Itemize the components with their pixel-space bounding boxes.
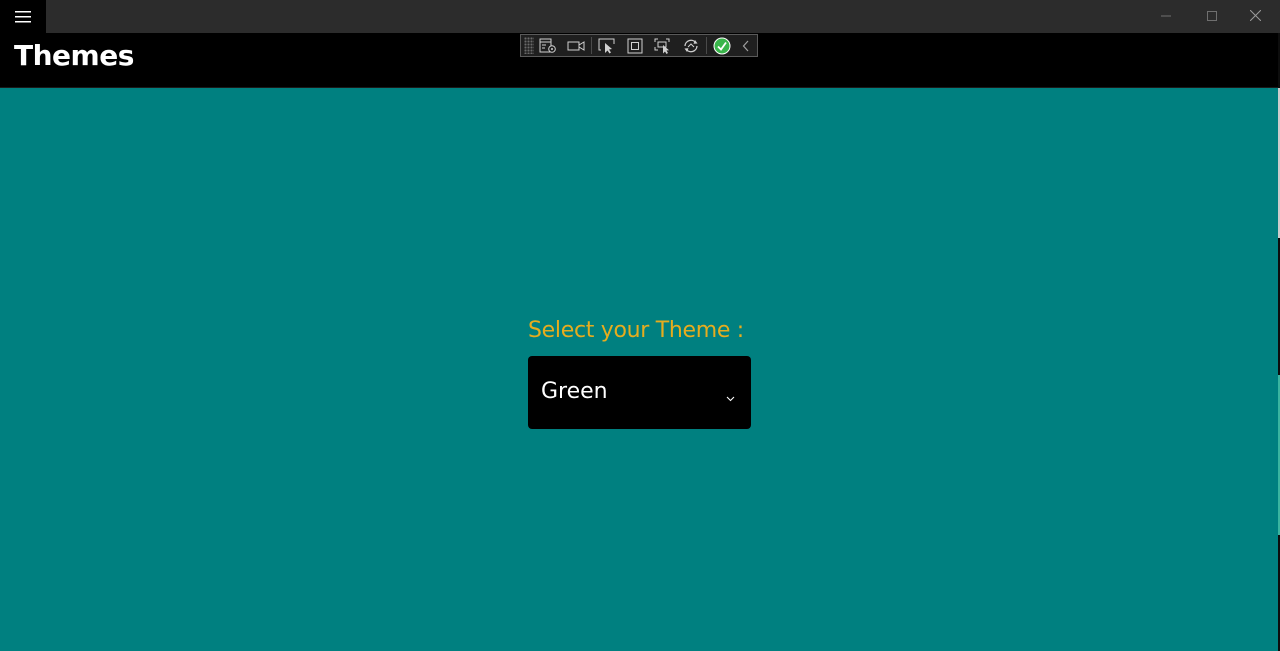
- close-button[interactable]: [1232, 0, 1278, 30]
- hot-reload-icon[interactable]: [677, 35, 705, 56]
- display-layout-adorners-icon[interactable]: [621, 35, 649, 56]
- collapse-chevron-icon[interactable]: [736, 35, 756, 56]
- debug-toolbar: [520, 34, 758, 57]
- theme-label: Select your Theme :: [528, 318, 744, 343]
- maximize-icon: [1207, 6, 1217, 25]
- theme-picker[interactable]: Green: [528, 356, 751, 429]
- title-bar: [0, 0, 1278, 33]
- close-icon: [1249, 6, 1261, 25]
- track-focus-icon[interactable]: [649, 35, 677, 56]
- hamburger-menu-icon: [15, 10, 31, 23]
- select-element-icon[interactable]: [593, 35, 621, 56]
- camera-icon[interactable]: [562, 35, 590, 56]
- page-title: Themes: [14, 39, 134, 72]
- maximize-button[interactable]: [1189, 0, 1235, 30]
- toolbar-separator: [591, 37, 592, 54]
- live-visual-tree-icon[interactable]: [534, 35, 562, 56]
- content-area: Select your Theme : Green: [0, 88, 1278, 651]
- toolbar-separator: [706, 37, 707, 54]
- hamburger-menu-button[interactable]: [0, 0, 46, 33]
- toolbar-grip-handle[interactable]: [524, 37, 534, 54]
- check-status-icon[interactable]: [708, 35, 736, 56]
- minimize-icon: [1161, 6, 1171, 25]
- minimize-button[interactable]: [1143, 0, 1189, 30]
- app-window: Themes Select your Theme: Green: [0, 0, 1278, 651]
- theme-picker-value: Green: [541, 379, 608, 404]
- chevron-down-icon: [726, 387, 735, 406]
